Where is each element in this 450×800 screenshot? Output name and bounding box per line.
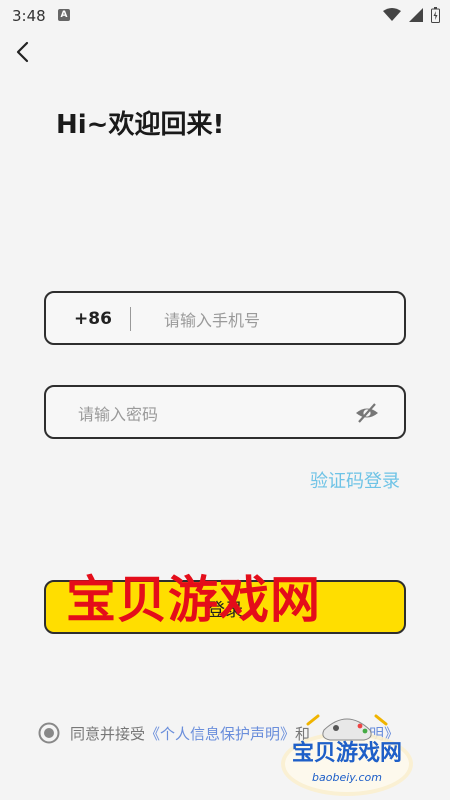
status-icons — [383, 7, 440, 23]
signal-icon — [409, 8, 423, 22]
phone-field[interactable]: +86 — [44, 291, 406, 345]
phone-input[interactable] — [162, 307, 386, 333]
watermark-text: 宝贝游戏网 — [66, 570, 321, 629]
back-arrow-icon[interactable] — [10, 38, 38, 66]
divider — [130, 307, 131, 331]
country-code[interactable]: +86 — [74, 309, 112, 329]
password-field[interactable] — [44, 385, 406, 439]
radio-checked-icon[interactable] — [38, 722, 60, 744]
watermark-logo-text: 宝贝游戏网 — [292, 740, 402, 766]
watermark-logo-url: baobeiy.com — [312, 771, 382, 784]
status-time: 3:48 — [12, 7, 46, 25]
wifi-icon — [383, 8, 401, 21]
agreement-text: 同意并接受 — [70, 724, 146, 743]
battery-icon — [431, 7, 440, 23]
status-bar: 3:48 A — [0, 0, 450, 32]
notification-a-icon: A — [58, 9, 70, 21]
page-title: Hi~欢迎回来! — [56, 110, 225, 140]
verification-code-login-link[interactable]: 验证码登录 — [310, 467, 400, 493]
watermark-logo-icon: 宝贝游戏网 baobeiy.com — [281, 714, 413, 796]
eye-hidden-icon[interactable] — [354, 401, 380, 425]
password-input[interactable] — [76, 401, 340, 427]
